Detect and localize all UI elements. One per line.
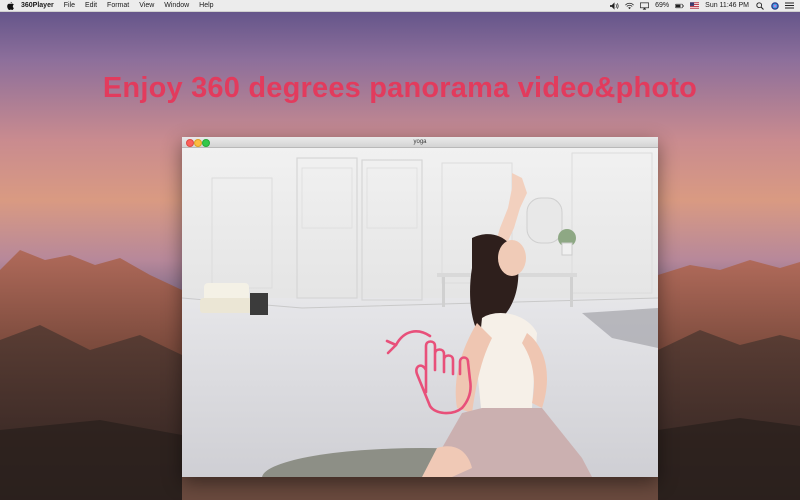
clock[interactable]: Sun 11:46 PM — [705, 2, 749, 9]
window-title: yoga — [413, 139, 427, 145]
volume-icon[interactable] — [610, 1, 619, 10]
menu-app-name[interactable]: 360Player — [21, 2, 54, 9]
flag-icon[interactable] — [690, 2, 700, 10]
battery-percent: 69% — [655, 2, 670, 9]
wifi-icon[interactable] — [625, 2, 634, 10]
menu-view[interactable]: View — [139, 2, 154, 9]
player-window[interactable]: yoga — [182, 137, 658, 477]
siri-icon[interactable] — [770, 1, 779, 10]
status-area: 69% Sun 11:46 PM — [610, 0, 794, 11]
panorama-video-view[interactable] — [182, 148, 658, 477]
window-titlebar[interactable]: yoga — [182, 137, 658, 148]
airplay-icon[interactable] — [640, 1, 650, 10]
menu-window[interactable]: Window — [164, 2, 189, 9]
search-icon[interactable] — [755, 1, 764, 10]
battery-icon[interactable] — [675, 2, 684, 10]
list-icon[interactable] — [785, 2, 794, 10]
apple-icon[interactable] — [6, 1, 15, 10]
menu-help[interactable]: Help — [199, 2, 213, 9]
menu-file[interactable]: File — [64, 2, 75, 9]
menu-bar: 360Player File Edit Format View Window H… — [0, 0, 800, 12]
promo-headline: Enjoy 360 degrees panorama video&photo — [102, 72, 698, 104]
menu-format[interactable]: Format — [107, 2, 129, 9]
menu-edit[interactable]: Edit — [85, 2, 97, 9]
